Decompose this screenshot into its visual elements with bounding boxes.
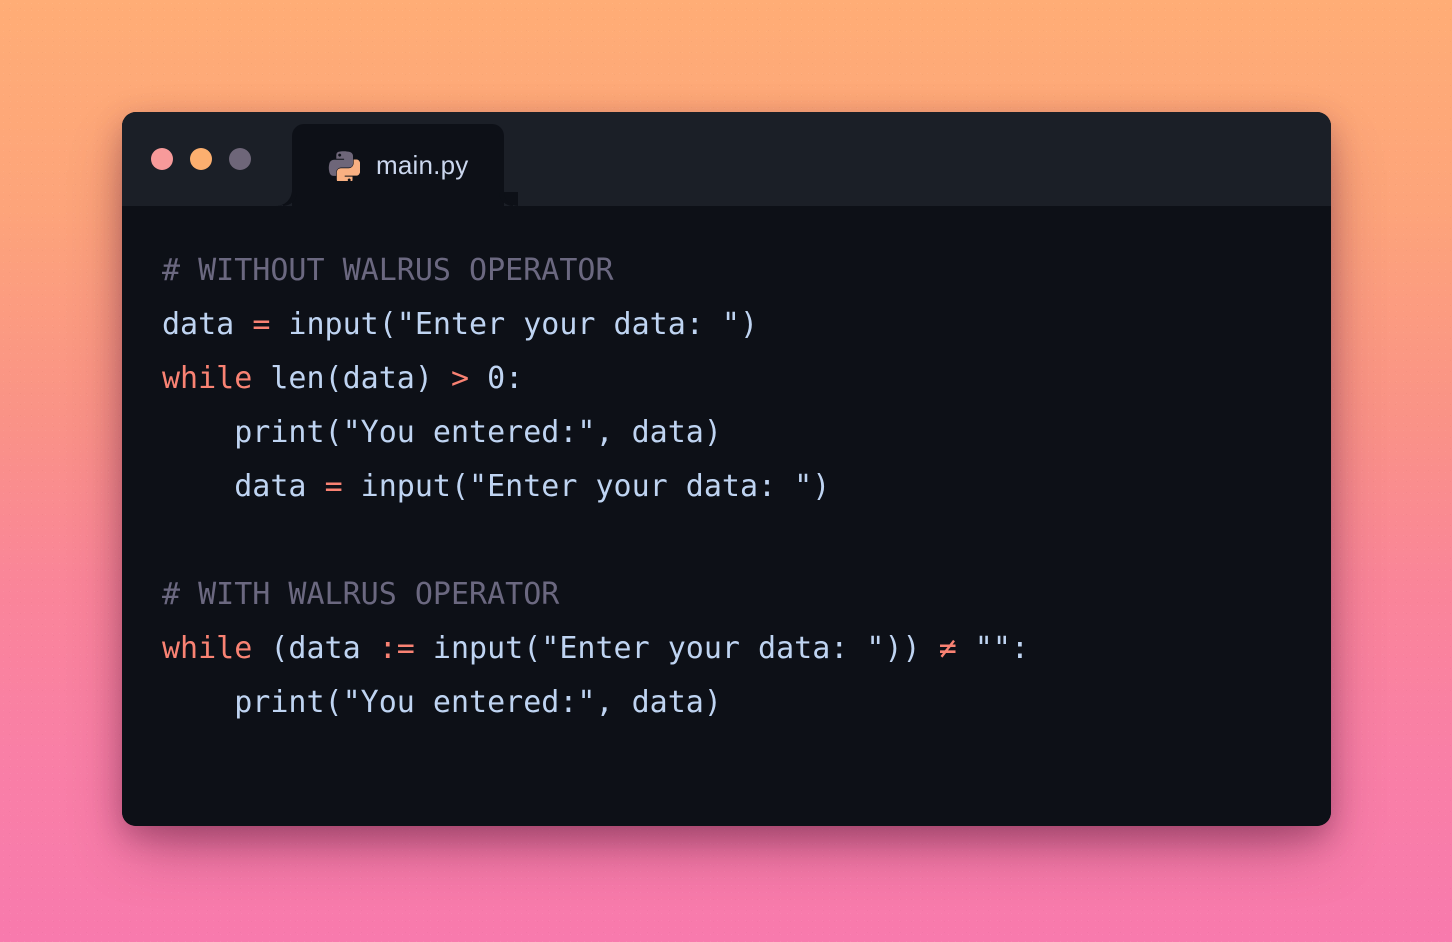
minimize-button[interactable] bbox=[190, 148, 212, 170]
code-token-operator: > bbox=[451, 361, 470, 396]
code-token-comment: # WITHOUT WALRUS OPERATOR bbox=[162, 253, 614, 288]
code-line: print("You entered:", data) bbox=[162, 676, 1331, 730]
code-line: # WITH WALRUS OPERATOR bbox=[162, 568, 1331, 622]
code-token-plain: input("Enter your data: ")) bbox=[414, 631, 939, 666]
tab-main-py[interactable]: main.py bbox=[276, 124, 521, 206]
window-title-bar: main.py bbox=[122, 112, 1331, 206]
code-token-operator: = bbox=[252, 307, 271, 342]
code-token-plain: print("You entered:", data) bbox=[162, 685, 722, 720]
code-editor-content[interactable]: # WITHOUT WALRUS OPERATOR data = input("… bbox=[122, 206, 1331, 826]
code-block[interactable]: # WITHOUT WALRUS OPERATOR data = input("… bbox=[162, 244, 1331, 730]
code-token-plain: 0: bbox=[469, 361, 524, 396]
code-line: data = input("Enter your data: ") bbox=[162, 298, 1331, 352]
code-token-operator: = bbox=[324, 469, 343, 504]
code-token-comment: # WITH WALRUS OPERATOR bbox=[162, 577, 560, 612]
code-token-plain: data bbox=[162, 469, 325, 504]
code-token-plain: (data bbox=[252, 631, 379, 666]
code-line: print("You entered:", data) bbox=[162, 406, 1331, 460]
tab-label: main.py bbox=[376, 149, 469, 180]
code-token-plain: input("Enter your data: ") bbox=[270, 307, 759, 342]
code-line: while (data := input("Enter your data: "… bbox=[162, 622, 1331, 676]
code-token-keyword: while bbox=[162, 361, 253, 396]
tab-strip: main.py bbox=[276, 124, 521, 206]
code-token-plain: input("Enter your data: ") bbox=[342, 469, 831, 504]
python-icon bbox=[328, 149, 360, 181]
code-editor-window: main.py # WITHOUT WALRUS OPERATOR data =… bbox=[122, 112, 1331, 826]
window-traffic-lights bbox=[151, 148, 251, 170]
code-token-plain: "": bbox=[956, 631, 1029, 666]
code-token-plain: data bbox=[162, 307, 253, 342]
code-line: # WITHOUT WALRUS OPERATOR bbox=[162, 244, 1331, 298]
code-token-plain: print("You entered:", data) bbox=[162, 415, 722, 450]
close-button[interactable] bbox=[151, 148, 173, 170]
tab-notch-right bbox=[504, 190, 521, 206]
code-line: while len(data) > 0: bbox=[162, 352, 1331, 406]
code-token-operator: ≠ bbox=[938, 631, 957, 666]
code-token-operator: := bbox=[378, 631, 415, 666]
code-token-keyword: while bbox=[162, 631, 253, 666]
maximize-button[interactable] bbox=[229, 148, 251, 170]
code-token-plain: len(data) bbox=[252, 361, 451, 396]
tab-notch-left bbox=[276, 190, 292, 206]
code-line: data = input("Enter your data: ") bbox=[162, 460, 1331, 514]
